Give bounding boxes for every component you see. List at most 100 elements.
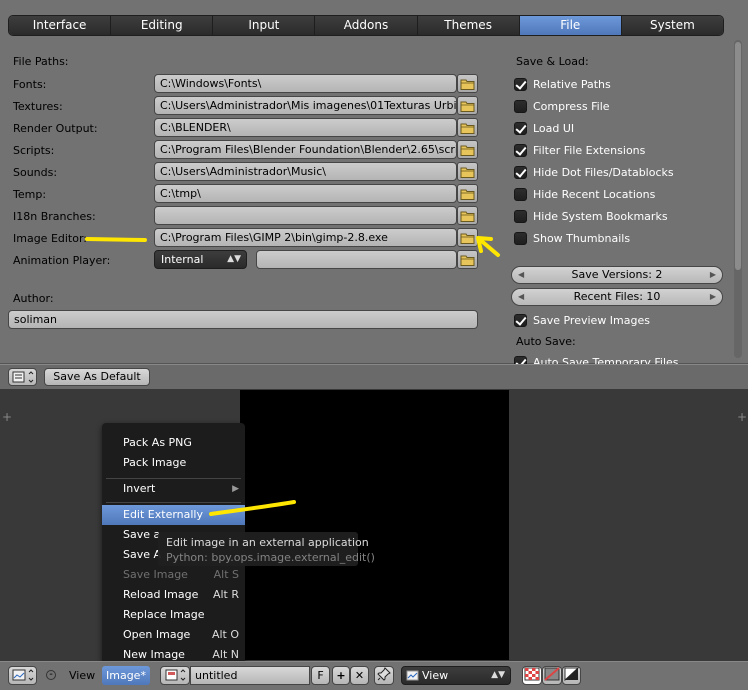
i18n-branches-path-field[interactable] xyxy=(154,206,457,225)
up-down-arrows-icon: ▲▼ xyxy=(227,254,241,264)
fonts-path-field[interactable]: C:\Windows\Fonts\ xyxy=(154,74,457,93)
file-paths-title: File Paths: xyxy=(13,55,69,68)
menu-item-edit-externally[interactable]: Edit Externally xyxy=(102,505,245,525)
decrement-arrow-icon[interactable]: ◀ xyxy=(518,289,524,305)
checkbox-box xyxy=(514,187,527,201)
view-mode-value: View xyxy=(422,669,449,682)
compress-file-checkbox[interactable]: Compress File xyxy=(514,98,610,114)
scripts-browse-button[interactable] xyxy=(457,140,478,159)
image-editor-browse-button[interactable] xyxy=(457,228,478,247)
tab-interface[interactable]: Interface xyxy=(9,16,112,35)
tab-input[interactable]: Input xyxy=(213,16,316,35)
fake-user-button[interactable]: F xyxy=(311,666,330,685)
draw-alpha-checker-icon[interactable] xyxy=(522,666,542,685)
show-thumbnails-checkbox[interactable]: Show Thumbnails xyxy=(514,230,630,246)
i18n-branches-label: I18n Branches: xyxy=(13,210,96,223)
image-canvas[interactable] xyxy=(240,390,509,660)
save-versions-field[interactable]: ◀ Save Versions: 2 ▶ xyxy=(511,266,723,284)
checkbox-box xyxy=(514,355,527,364)
hide-recent-locations-checkbox[interactable]: Hide Recent Locations xyxy=(514,186,655,202)
tooltip-description: Edit image in an external application xyxy=(166,536,369,549)
folder-icon xyxy=(460,233,475,244)
tooltip: Edit image in an external application Py… xyxy=(158,532,375,566)
recent-files-value: Recent Files: 10 xyxy=(573,290,661,303)
load-ui-checkbox[interactable]: Load UI xyxy=(514,120,574,136)
menu-view[interactable]: View xyxy=(65,666,99,685)
hide-system-bookmarks-checkbox[interactable]: Hide System Bookmarks xyxy=(514,208,668,224)
tab-file[interactable]: File xyxy=(519,16,622,35)
scrollbar-thumb[interactable] xyxy=(735,42,741,270)
increment-arrow-icon[interactable]: ▶ xyxy=(710,267,716,283)
menu-item-label: Reload Image xyxy=(123,588,199,601)
pin-icon[interactable] xyxy=(374,666,394,685)
fonts-browse-button[interactable] xyxy=(457,74,478,93)
checkbox-label: Hide Dot Files/Datablocks xyxy=(533,165,674,179)
image-browse-button[interactable] xyxy=(160,666,190,685)
render-output-browse-button[interactable] xyxy=(457,118,478,137)
unlink-icon[interactable]: ✕ xyxy=(350,666,369,685)
checkbox-box xyxy=(514,313,527,327)
draw-z-buffer-icon[interactable] xyxy=(562,666,581,685)
i18n-branches-browse-button[interactable] xyxy=(457,206,478,225)
menu-item-replace-image[interactable]: Replace Image xyxy=(102,605,245,625)
preferences-scrollbar[interactable] xyxy=(734,40,742,358)
menu-item-pack-as-png[interactable]: Pack As PNG xyxy=(102,433,245,453)
save-as-default-button[interactable]: Save As Default xyxy=(44,368,150,386)
checkbox-label: Show Thumbnails xyxy=(533,231,631,245)
menu-image[interactable]: Image* xyxy=(102,666,150,685)
menu-item-pack-image[interactable]: Pack Image xyxy=(102,453,245,473)
sounds-browse-button[interactable] xyxy=(457,162,478,181)
render-output-path-field[interactable]: C:\BLENDER\ xyxy=(154,118,457,137)
animation-player-dropdown[interactable]: Internal ▲▼ xyxy=(154,250,247,269)
tab-themes[interactable]: Themes xyxy=(417,16,520,35)
checkbox-box xyxy=(514,231,527,245)
menu-item-invert[interactable]: Invert ▶ xyxy=(102,479,245,499)
image-view-icon xyxy=(406,670,419,681)
image-name-field[interactable]: untitled xyxy=(190,666,310,685)
checkbox-label: Relative Paths xyxy=(533,77,611,91)
menu-item-save-image[interactable]: Save Image Alt S xyxy=(102,565,245,585)
area-split-icon[interactable]: + xyxy=(737,410,747,424)
hide-dot-files-checkbox[interactable]: Hide Dot Files/Datablocks xyxy=(514,164,674,180)
view-mode-dropdown[interactable]: View ▲▼ xyxy=(401,666,511,685)
textures-browse-button[interactable] xyxy=(457,96,478,115)
animation-player-browse-button[interactable] xyxy=(457,250,478,269)
checkbox-box xyxy=(514,165,527,179)
increment-arrow-icon[interactable]: ▶ xyxy=(710,289,716,305)
scripts-path-field[interactable]: C:\Program Files\Blender Foundation\Blen… xyxy=(154,140,457,159)
image-editor-label: Image Editor: xyxy=(13,232,88,245)
filter-file-extensions-checkbox[interactable]: Filter File Extensions xyxy=(514,142,645,158)
temp-browse-button[interactable] xyxy=(457,184,478,203)
folder-icon xyxy=(460,79,475,90)
collapse-menus-icon[interactable]: - xyxy=(46,670,56,680)
temp-path-field[interactable]: C:\tmp\ xyxy=(154,184,457,203)
editor-type-selector[interactable] xyxy=(8,666,37,685)
tab-addons[interactable]: Addons xyxy=(315,16,418,35)
textures-path-field[interactable]: C:\Users\Administrador\Mis imagenes\01Te… xyxy=(154,96,457,115)
decrement-arrow-icon[interactable]: ◀ xyxy=(518,267,524,283)
up-down-arrows-icon: ▲▼ xyxy=(491,670,505,680)
relative-paths-checkbox[interactable]: Relative Paths xyxy=(514,76,611,92)
sounds-path-field[interactable]: C:\Users\Administrador\Music\ xyxy=(154,162,457,181)
folder-icon xyxy=(460,123,475,134)
draw-alpha-icon[interactable] xyxy=(542,666,562,685)
image-editor-path-field[interactable]: C:\Program Files\GIMP 2\bin\gimp-2.8.exe xyxy=(154,228,457,247)
auto-save-title: Auto Save: xyxy=(516,335,576,348)
recent-files-field[interactable]: ◀ Recent Files: 10 ▶ xyxy=(511,288,723,306)
author-field[interactable]: soliman xyxy=(8,310,478,329)
menu-item-open-image[interactable]: Open Image Alt O xyxy=(102,625,245,645)
new-image-icon[interactable]: + xyxy=(332,666,350,685)
submenu-arrow-icon: ▶ xyxy=(232,484,239,494)
auto-save-temp-files-checkbox[interactable]: Auto Save Temporary Files xyxy=(514,354,679,364)
menu-item-reload-image[interactable]: Reload Image Alt R xyxy=(102,585,245,605)
author-label: Author: xyxy=(13,292,54,305)
save-preview-images-checkbox[interactable]: Save Preview Images xyxy=(514,312,650,328)
area-split-icon[interactable]: + xyxy=(2,410,12,424)
image-browse-icon xyxy=(165,669,186,681)
tab-editing[interactable]: Editing xyxy=(111,16,214,35)
animation-player-path-field[interactable] xyxy=(256,250,457,269)
folder-icon xyxy=(460,145,475,156)
z-buffer-pattern xyxy=(564,667,580,682)
tab-system[interactable]: System xyxy=(621,16,723,35)
editor-type-selector[interactable] xyxy=(8,368,37,386)
